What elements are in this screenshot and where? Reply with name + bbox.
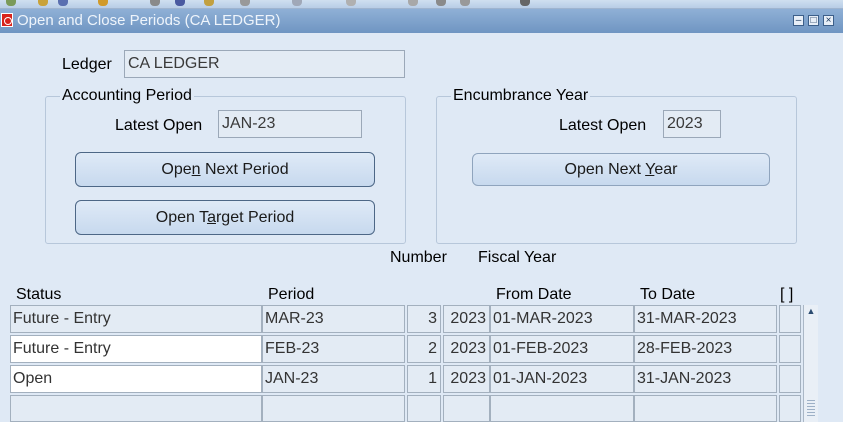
encumbrance-latest-open-label: Latest Open [559,117,647,134]
number-cell[interactable]: 3 [407,305,441,333]
from-date-cell[interactable] [490,395,634,422]
accounting-latest-open-field[interactable]: JAN-23 [218,110,362,138]
info-icon[interactable] [520,0,530,6]
window-title: Open and Close Periods (CA LEDGER) [17,12,281,29]
header-period: Period [268,286,315,303]
fiscal-year-cell[interactable]: 2023 [443,365,490,393]
to-date-cell[interactable] [634,395,777,422]
period-cell[interactable]: JAN-23 [262,365,405,393]
help-icon[interactable] [436,0,446,6]
close-button[interactable]: × [823,15,834,26]
minimize-button[interactable]: – [793,15,804,26]
header-flexfield[interactable]: [ ] [780,286,793,304]
from-date-cell[interactable]: 01-FEB-2023 [490,335,634,363]
status-cell[interactable]: Future - Entry [10,305,262,333]
period-cell[interactable]: MAR-23 [262,305,405,333]
status-cell[interactable]: Future - Entry [10,335,262,363]
maximize-button[interactable]: □ [808,15,819,26]
from-date-cell[interactable]: 01-JAN-2023 [490,365,634,393]
edit-icon[interactable] [98,0,108,6]
status-cell[interactable] [10,395,262,422]
accounting-latest-open-label: Latest Open [115,117,203,134]
accounting-period-title: Accounting Period [60,87,194,105]
delete-icon[interactable] [346,0,356,6]
window-titlebar: Open and Close Periods (CA LEDGER) – □ × [0,9,843,33]
status-cell[interactable]: Open [10,365,262,393]
to-date-cell[interactable]: 31-MAR-2023 [634,305,777,333]
open-next-year-button[interactable]: Open Next Year [472,153,770,186]
open-target-period-button[interactable]: Open Target Period [75,200,375,235]
header-status: Status [16,286,62,303]
folder-icon[interactable] [204,0,214,6]
zoom-icon[interactable] [460,0,470,6]
header-from-date: From Date [496,286,572,303]
flexfield-cell[interactable] [779,365,801,393]
save-icon[interactable] [58,0,68,6]
flexfield-cell[interactable] [779,395,801,422]
encumbrance-latest-open-field[interactable]: 2023 [663,110,721,138]
scroll-up-icon[interactable]: ▲ [805,305,817,317]
to-date-cell[interactable]: 28-FEB-2023 [634,335,777,363]
from-date-cell[interactable]: 01-MAR-2023 [490,305,634,333]
oracle-icon [1,13,13,27]
new-icon[interactable] [6,0,16,6]
print-icon[interactable] [150,0,160,6]
attachment-icon[interactable] [408,0,418,6]
encumbrance-year-title: Encumbrance Year [451,87,591,105]
to-date-cell[interactable]: 31-JAN-2023 [634,365,777,393]
fiscal-year-cell[interactable]: 2023 [443,335,490,363]
scroll-grip-icon[interactable] [807,400,815,416]
flexfield-cell[interactable] [779,305,801,333]
cut-icon[interactable] [240,0,250,6]
find-icon[interactable] [175,0,185,6]
open-icon[interactable] [38,0,48,6]
flexfield-cell[interactable] [779,335,801,363]
toolbar [0,0,843,9]
number-cell[interactable] [407,395,441,422]
copy-icon[interactable] [292,0,302,6]
number-cell[interactable]: 2 [407,335,441,363]
fiscal-year-cell[interactable] [443,395,490,422]
period-cell[interactable]: FEB-23 [262,335,405,363]
period-cell[interactable] [262,395,405,422]
ledger-label: Ledger [62,56,112,73]
header-fiscal-year: Fiscal Year [478,249,557,266]
ledger-field[interactable]: CA LEDGER [124,50,405,78]
table-scrollbar[interactable]: ▲ [803,305,818,422]
open-next-period-button[interactable]: Open Next Period [75,152,375,187]
header-number: Number [390,249,447,266]
header-to-date: To Date [640,286,696,303]
number-cell[interactable]: 1 [407,365,441,393]
fiscal-year-cell[interactable]: 2023 [443,305,490,333]
